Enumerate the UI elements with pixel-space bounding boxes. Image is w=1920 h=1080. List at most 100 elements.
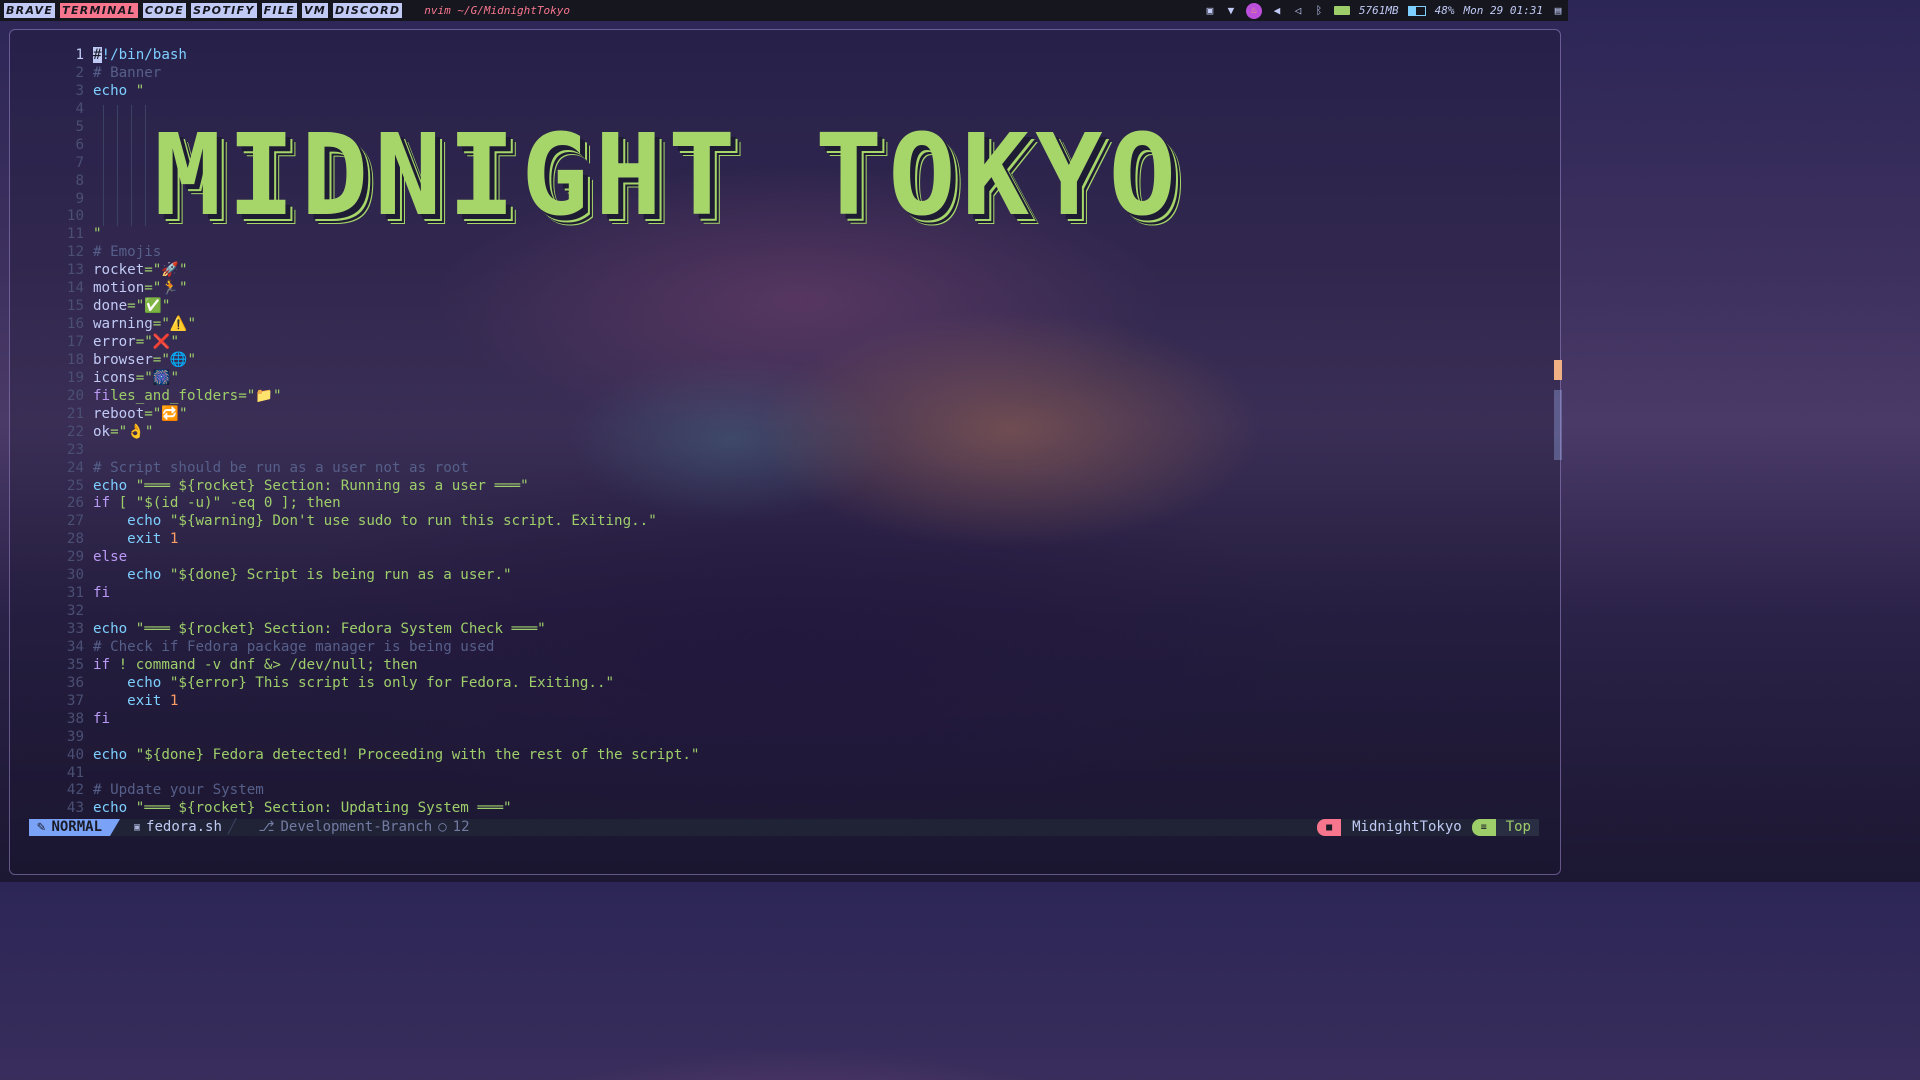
code-line[interactable]: 12 # Emojis bbox=[60, 243, 699, 261]
code-line[interactable]: 10 bbox=[60, 207, 699, 225]
code-line[interactable]: 30 echo "${done} Script is being run as … bbox=[60, 566, 699, 584]
code-line[interactable]: 25 echo "═══ ${rocket} Section: Running a… bbox=[60, 477, 699, 495]
code-line[interactable]: 20 files_and_folders="📁" bbox=[60, 387, 699, 405]
mode-label: NORMAL bbox=[51, 819, 103, 835]
code-line[interactable]: 36 echo "${error} This script is only fo… bbox=[60, 674, 699, 692]
code-line[interactable]: 3 echo " bbox=[60, 82, 699, 100]
line-text: warning="⚠️" bbox=[93, 316, 197, 333]
line-number: 8 bbox=[75, 172, 84, 189]
image-icon[interactable]: ▣ bbox=[1204, 4, 1216, 17]
line-number: 30 bbox=[66, 567, 84, 584]
line-number: 9 bbox=[75, 190, 84, 207]
code-line[interactable]: 26 if [ "$(id -u)" -eq 0 ]; then bbox=[60, 494, 699, 512]
code-line[interactable]: 33 echo "═══ ${rocket} Section: Fedora Sy… bbox=[60, 620, 699, 638]
code-line[interactable]: 5 bbox=[60, 118, 699, 136]
code-line[interactable]: 1 #!/bin/bash bbox=[60, 46, 699, 64]
volume-icon[interactable]: ◀ bbox=[1271, 4, 1283, 17]
workspace-vm[interactable]: VM bbox=[301, 3, 329, 18]
code-line[interactable]: 42 # Update your System bbox=[60, 781, 699, 799]
terminal-window[interactable]: MIDNIGHT TOKYO 1 #!/bin/bash 2 # Banner 3 ech… bbox=[9, 29, 1562, 875]
system-tray: ▣ ▼ ♨ ◀ ◁ ᛒ 5761MB 48% Mon 29 01:31 ▤ bbox=[1204, 2, 1564, 19]
line-number: 2 bbox=[75, 64, 84, 81]
code-line[interactable]: 18 browser="🌐" bbox=[60, 351, 699, 369]
line-text: else bbox=[93, 549, 128, 566]
line-text: icons="🎆" bbox=[93, 369, 180, 386]
code-line[interactable]: 11 " bbox=[60, 225, 699, 243]
line-number: 12 bbox=[66, 244, 84, 261]
code-line[interactable]: 4 bbox=[60, 100, 699, 118]
line-text: motion="🏃" bbox=[93, 280, 188, 297]
code-line[interactable]: 24 # Script should be run as a user not a… bbox=[60, 459, 699, 477]
code-buffer[interactable]: 1 #!/bin/bash 2 # Banner 3 echo " 4 5 6 7 8 9 10 11 " 1… bbox=[60, 46, 699, 817]
code-line[interactable]: 21 reboot="🔁" bbox=[60, 405, 699, 423]
code-line[interactable]: 43 echo "═══ ${rocket} Section: Updating … bbox=[60, 799, 699, 817]
line-number: 40 bbox=[66, 746, 84, 763]
workspace-discord[interactable]: DISCORD bbox=[333, 3, 403, 18]
section-divider: ╱ bbox=[227, 819, 237, 835]
code-line[interactable]: 15 done="✅" bbox=[60, 297, 699, 315]
code-line[interactable]: 32 bbox=[60, 602, 699, 620]
code-line[interactable]: 31 fi bbox=[60, 584, 699, 602]
workspace-brave[interactable]: BRAVE bbox=[4, 3, 56, 18]
code-line[interactable]: 41 bbox=[60, 764, 699, 782]
speaker-icon[interactable]: ◁ bbox=[1292, 4, 1304, 17]
code-line[interactable]: 8 bbox=[60, 172, 699, 190]
code-line[interactable]: 16 warning="⚠️" bbox=[60, 315, 699, 333]
code-line[interactable]: 28 exit 1 bbox=[60, 530, 699, 548]
code-line[interactable]: 23 bbox=[60, 441, 699, 459]
line-text: browser="🌐" bbox=[93, 351, 197, 368]
line-text: # Update your System bbox=[93, 782, 264, 799]
window-title: nvim ~/G/MidnightTokyo bbox=[424, 4, 570, 17]
code-line[interactable]: 22 ok="👌" bbox=[60, 423, 699, 441]
code-line[interactable]: 39 bbox=[60, 728, 699, 746]
line-number: 16 bbox=[66, 316, 84, 333]
code-line[interactable]: 2 # Banner bbox=[60, 64, 699, 82]
code-line[interactable]: 9 bbox=[60, 190, 699, 208]
project-name: MidnightTokyo bbox=[1352, 819, 1462, 835]
code-line[interactable]: 34 # Check if Fedora package manager is b… bbox=[60, 638, 699, 656]
workspace-file[interactable]: FILE bbox=[261, 3, 297, 18]
code-line[interactable]: 6 bbox=[60, 136, 699, 154]
clock[interactable]: Mon 29 01:31 bbox=[1464, 4, 1543, 17]
line-number: 11 bbox=[66, 226, 84, 243]
line-number: 19 bbox=[66, 369, 84, 386]
git-changes-icon: ○ bbox=[438, 819, 447, 835]
bluetooth-icon[interactable]: ᛒ bbox=[1313, 4, 1325, 17]
code-line[interactable]: 38 fi bbox=[60, 710, 699, 728]
line-number: 23 bbox=[66, 441, 84, 458]
line-number: 43 bbox=[66, 800, 84, 817]
line-number: 13 bbox=[66, 262, 84, 279]
code-line[interactable]: 17 error="❌" bbox=[60, 333, 699, 351]
workspace-list: BRAVE TERMINAL CODE SPOTIFY FILE VM DISC… bbox=[4, 3, 403, 18]
code-line[interactable]: 7 bbox=[60, 154, 699, 172]
line-text: if [ "$(id -u)" -eq 0 ]; then bbox=[93, 495, 341, 512]
folder-icon: ■ bbox=[1317, 819, 1342, 836]
line-number: 17 bbox=[66, 334, 84, 350]
code-line[interactable]: 29 else bbox=[60, 548, 699, 566]
code-line[interactable]: 13 rocket="🚀" bbox=[60, 261, 699, 279]
line-text: done="✅" bbox=[93, 298, 171, 315]
line-text: if ! command -v dnf &> /dev/null; then bbox=[93, 656, 418, 673]
line-number: 24 bbox=[66, 459, 84, 476]
code-line[interactable]: 40 echo "${done} Fedora detected! Proceed… bbox=[60, 746, 700, 764]
layout-icon[interactable]: ▤ bbox=[1552, 4, 1564, 17]
line-text: #!/bin/bash bbox=[93, 47, 187, 63]
line-number: 31 bbox=[66, 585, 84, 602]
line-text: fi bbox=[93, 710, 111, 727]
code-line[interactable]: 19 icons="🎆" bbox=[60, 369, 699, 387]
line-text: exit 1 bbox=[127, 692, 179, 709]
wifi-icon[interactable]: ▼ bbox=[1225, 4, 1237, 17]
code-line[interactable]: 37 exit 1 bbox=[60, 692, 699, 710]
workspace-spotify[interactable]: SPOTIFY bbox=[191, 3, 257, 18]
line-number: 14 bbox=[66, 280, 84, 297]
workspace-code[interactable]: CODE bbox=[142, 3, 187, 18]
line-text: # Check if Fedora package manager is bei… bbox=[93, 638, 495, 655]
code-line[interactable]: 27 echo "${warning} Don't use sudo to ru… bbox=[60, 512, 699, 530]
line-number: 37 bbox=[66, 692, 84, 709]
code-line[interactable]: 14 motion="🏃" bbox=[60, 279, 699, 297]
code-line[interactable]: 35 if ! command -v dnf &> /dev/null; then bbox=[60, 656, 699, 674]
position-icon: ≡ bbox=[1471, 819, 1496, 836]
workspace-terminal[interactable]: TERMINAL bbox=[60, 3, 138, 18]
line-text: rocket="🚀" bbox=[93, 262, 188, 279]
firefox-icon[interactable]: ♨ bbox=[1245, 2, 1262, 19]
